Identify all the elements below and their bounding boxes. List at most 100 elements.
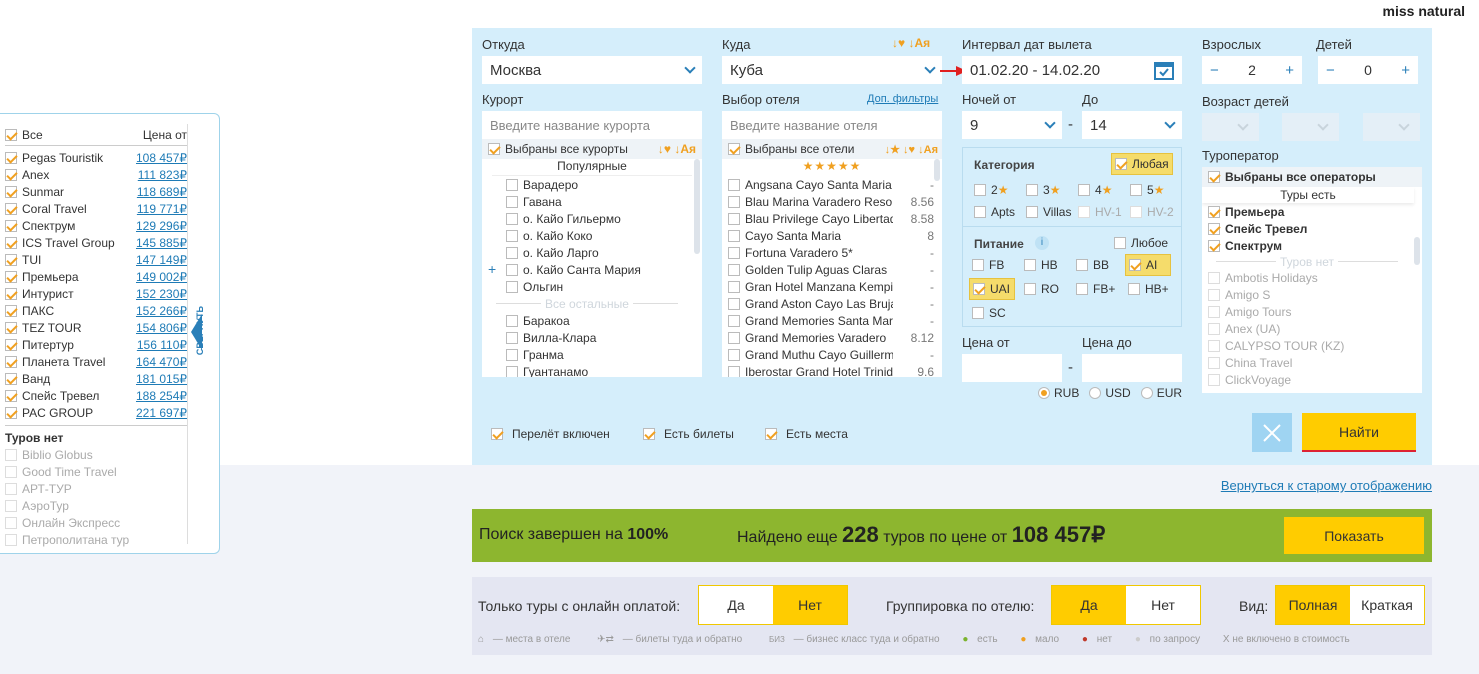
plus-icon[interactable]: + [1401,62,1410,79]
show-button[interactable]: Показать [1284,517,1424,554]
checkbox[interactable] [506,348,518,361]
checkbox[interactable] [1208,288,1220,301]
currency-radio[interactable]: RUB [1038,386,1079,400]
operator-row[interactable]: ПАКС 152 266₽ [5,302,187,319]
operator-row[interactable]: Интурист 152 230₽ [5,285,187,302]
from-select[interactable]: Москва [482,56,702,84]
category-checkbox[interactable]: Apts [971,201,1023,223]
checkbox[interactable] [728,229,740,242]
checkbox[interactable] [506,280,518,293]
operator-price-link[interactable]: 188 254₽ [136,389,187,403]
extra-filters-link[interactable]: Доп. фильтры [867,93,938,105]
checkbox[interactable] [728,246,740,259]
operator-row[interactable]: ICS Travel Group 145 885₽ [5,234,187,251]
hotel-item[interactable]: Blau Privilege Cayo Libertad 8.58 [728,210,942,227]
category-checkbox[interactable]: 4 ★ [1075,179,1127,201]
hotel-search-input[interactable]: Введите название отеля [722,111,942,139]
checkbox[interactable] [5,151,17,164]
reset-button[interactable] [1252,413,1292,452]
checkbox[interactable] [506,246,518,259]
resort-item[interactable]: о. Кайо Гильермо [506,210,702,227]
find-button[interactable]: Найти [1302,413,1416,452]
operator-row[interactable]: Anex 111 823₽ [5,166,187,183]
operator-price-link[interactable]: 149 002₽ [136,270,187,284]
resort-item[interactable]: о. Кайо Ларго [506,244,702,261]
category-checkbox[interactable]: 5 ★ [1127,179,1179,201]
checkbox[interactable] [728,143,740,155]
operator-price-link[interactable]: 145 885₽ [136,236,187,250]
checkbox[interactable] [5,355,17,368]
operator-row[interactable]: Премьера 149 002₽ [5,268,187,285]
operator-price-link[interactable]: 221 697₽ [136,406,187,420]
checkbox[interactable] [5,533,17,546]
operator-row[interactable]: TEZ TOUR 154 806₽ [5,319,187,336]
sort-icons[interactable]: ↓♥ ↓Ая [892,36,930,50]
checkbox[interactable] [5,287,17,300]
all-operators-row[interactable]: Выбраны все операторы [1202,167,1422,187]
checkbox[interactable] [5,202,17,215]
operator-item[interactable]: Премьера [1202,203,1422,220]
meal-checkbox[interactable]: FB+ [1073,278,1125,300]
group-by-hotel-toggle[interactable]: Да Нет [1051,585,1201,625]
category-checkbox[interactable]: 3 ★ [1023,179,1075,201]
operator-row-disabled[interactable]: Онлайн Экспресс [5,514,187,531]
operator-row[interactable]: Планета Travel 164 470₽ [5,353,187,370]
checkbox[interactable] [1208,222,1220,235]
view-toggle[interactable]: Полная Краткая [1275,585,1425,625]
operator-price-link[interactable]: 152 230₽ [136,287,187,301]
checkbox[interactable] [728,178,740,191]
meal-checkbox[interactable]: SC [969,302,1021,324]
category-checkbox[interactable]: 2 ★ [971,179,1023,201]
meal-checkbox[interactable]: HB [1021,254,1073,276]
checkbox[interactable] [506,195,518,208]
checkbox[interactable] [1208,239,1220,252]
checkbox[interactable] [5,482,17,495]
category-checkbox[interactable]: HV-2 [1127,201,1179,223]
operator-price-link[interactable]: 181 015₽ [136,372,187,386]
checkbox[interactable] [5,128,17,141]
resort-item[interactable]: Вилла-Клара [506,329,702,346]
operator-price-link[interactable]: 152 266₽ [136,304,187,318]
operator-item[interactable]: Спейс Тревел [1208,220,1422,237]
scrollbar[interactable] [694,159,700,254]
resort-item[interactable]: Ольгин [506,278,702,295]
children-stepper[interactable]: −0 + [1318,56,1418,84]
operator-item-disabled[interactable]: CALYPSO TOUR (KZ) [1208,337,1422,354]
checkbox[interactable] [728,348,740,361]
child-age-select-1[interactable] [1202,113,1259,141]
checkbox[interactable] [5,304,17,317]
operator-row[interactable]: Sunmar 118 689₽ [5,183,187,200]
operator-item[interactable]: Спектрум [1208,237,1422,254]
operator-row[interactable]: Спектрум 129 296₽ [5,217,187,234]
checkbox[interactable] [728,263,740,276]
checkbox[interactable] [1208,356,1220,369]
operator-item-disabled[interactable]: Ambotis Holidays [1208,269,1422,286]
checkbox[interactable] [5,406,17,419]
minus-icon[interactable]: − [1210,62,1219,79]
hotel-item[interactable]: Fortuna Varadero 5* - [728,244,942,261]
adults-stepper[interactable]: −2 + [1202,56,1302,84]
meal-checkbox[interactable]: AI [1125,254,1171,276]
operator-row[interactable]: Ванд 181 015₽ [5,370,187,387]
meal-checkbox[interactable]: UAI [969,278,1015,300]
operator-item-disabled[interactable]: Amigo Tours [1208,303,1422,320]
operator-price-link[interactable]: 118 689₽ [137,185,187,199]
operator-price-link[interactable]: 154 806₽ [136,321,187,335]
old-view-link[interactable]: Вернуться к старому отображению [1221,478,1432,493]
all-resorts-row[interactable]: Выбраны все курорты ↓♥ ↓Ая [482,139,702,159]
operator-price-link[interactable]: 156 110₽ [137,338,187,352]
operator-row[interactable]: Pegas Touristik 108 457₽ [5,149,187,166]
nights-to-select[interactable]: 14 [1082,111,1182,139]
operator-item-disabled[interactable]: China Travel [1208,354,1422,371]
operator-row[interactable]: Спейс Тревел 188 254₽ [5,387,187,404]
operator-row-disabled[interactable]: Biblio Globus [5,446,187,463]
scrollbar[interactable] [1414,237,1420,265]
checkbox[interactable] [5,389,17,402]
meal-any-checkbox[interactable]: Любое [1111,232,1171,254]
info-icon[interactable]: i [1035,236,1049,250]
checkbox[interactable] [5,465,17,478]
hotel-item[interactable]: Iberostar Grand Hotel Trinidad 9.6 [728,363,942,377]
checkbox[interactable] [728,195,740,208]
operator-price-link[interactable]: 147 149₽ [136,253,187,267]
checkbox[interactable] [1208,373,1220,386]
